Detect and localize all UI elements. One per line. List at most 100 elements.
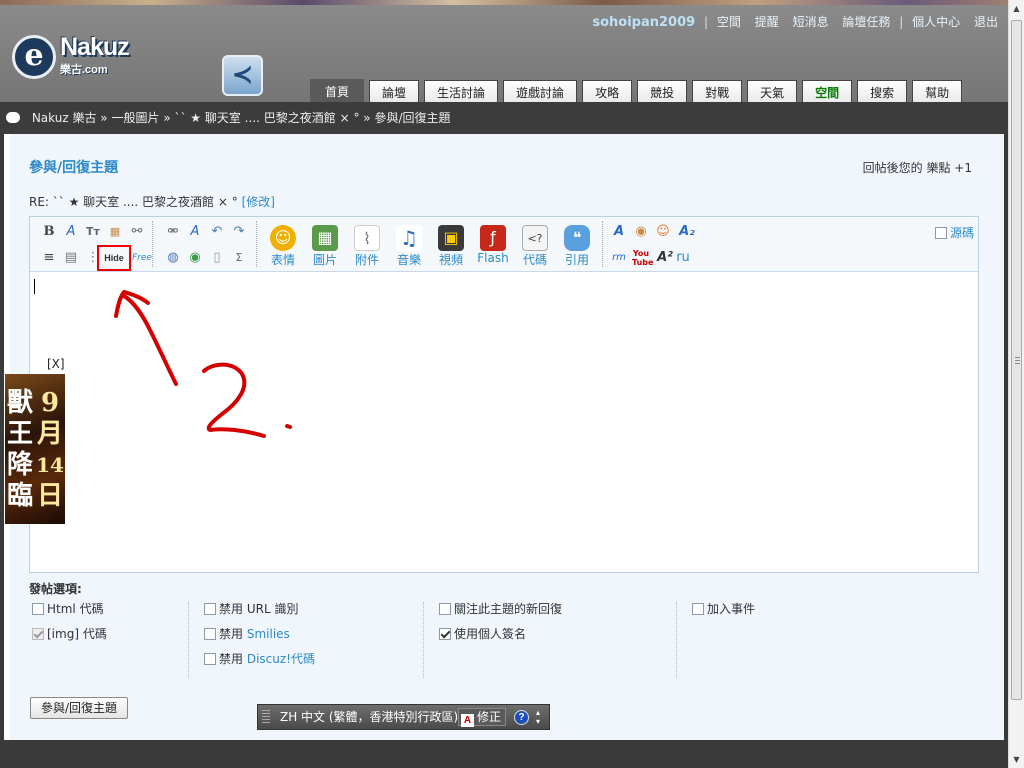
option-label: [img] 代碼 <box>47 627 107 641</box>
video-label: 視頻 <box>438 253 463 267</box>
username-link[interactable]: sohoipan2009 <box>592 15 695 30</box>
undo-icon[interactable]: ↶ <box>208 223 226 241</box>
music-icon: ♫ <box>396 225 422 251</box>
ruby-button[interactable]: ru <box>674 249 692 267</box>
globe-icon[interactable]: ◍ <box>164 249 182 267</box>
remove-format-icon[interactable]: A <box>186 223 204 241</box>
option-img: [img] 代碼 <box>32 625 107 650</box>
media-icon[interactable]: ◉ <box>632 223 650 241</box>
option-disable-discuz[interactable]: 禁用 Discuz!代碼 <box>204 650 315 675</box>
scroll-up-arrow-icon[interactable]: ▲ <box>1012 4 1021 13</box>
page-footer <box>0 740 1008 768</box>
submit-reply-button[interactable]: 參與/回復主題 <box>30 697 129 719</box>
site-logo[interactable]: e Nakuz 樂古.com <box>12 33 148 83</box>
link-messages[interactable]: 短消息 <box>793 15 829 29</box>
reply-form: 參與/回復主題 回帖後您的 樂點 +1 RE: `` ★ 聊天室 .... 巴黎… <box>10 134 1004 740</box>
ime-correction-button[interactable]: A 修正 <box>458 708 507 727</box>
floating-ad-banner[interactable]: 獸王降臨 9 月 14 日 <box>5 374 65 524</box>
link-space[interactable]: 空間 <box>717 15 741 29</box>
face-icon[interactable]: ☺ <box>654 223 672 241</box>
vertical-scrollbar[interactable]: ▲ ▼ <box>1008 0 1024 768</box>
discuz-code-link[interactable]: Discuz!代碼 <box>247 652 315 666</box>
superscript-icon[interactable]: A² <box>656 249 674 267</box>
edit-subject-link[interactable]: [修改] <box>242 195 275 209</box>
option-signature[interactable]: 使用個人簽名 <box>439 625 562 650</box>
scrollbar-thumb[interactable] <box>1011 20 1022 700</box>
code-icon: <? <box>522 225 548 251</box>
breadcrumb-thread[interactable]: `` ★ 聊天室 .... 巴黎之夜酒館 × ° <box>174 111 363 125</box>
color-grid-icon[interactable]: ▦ <box>106 223 124 241</box>
quote-button[interactable]: ❝ 引用 <box>558 225 596 268</box>
link-reminders[interactable]: 提醒 <box>755 15 779 29</box>
options-divider <box>188 602 189 678</box>
breadcrumb-home[interactable]: Nakuz 樂古 <box>32 111 97 125</box>
source-label: 源碼 <box>949 226 974 240</box>
link-icon[interactable]: ⚯ <box>128 223 146 241</box>
option-disable-smilies[interactable]: 禁用 Smilies <box>204 625 315 650</box>
ad-date-part: 14 <box>36 453 64 477</box>
font-style-icon[interactable]: A <box>610 223 628 241</box>
editor-toolbar: B A Tт ▦ ⚯ ⚮ A ↶ ↷ ≡ ▤ ⋮ Hide Free ◍ ◉ ▯… <box>30 217 978 272</box>
options-divider <box>676 602 677 678</box>
subscript-icon[interactable]: A₂ <box>678 223 696 241</box>
unlink-icon[interactable]: ⚮ <box>164 223 182 241</box>
flash-icon: ƒ <box>480 225 506 251</box>
font-size-icon[interactable]: Tт <box>84 223 102 241</box>
ad-close-button[interactable]: [X] <box>47 357 65 371</box>
smilies-link[interactable]: Smilies <box>247 627 290 641</box>
music-button[interactable]: ♫ 音樂 <box>390 225 428 268</box>
font-color-icon[interactable]: A <box>62 223 80 241</box>
watch-thread-checkbox[interactable] <box>439 603 451 615</box>
flash-button[interactable]: ƒ Flash <box>474 225 512 265</box>
align-icon[interactable]: ≡ <box>40 249 58 267</box>
redo-icon[interactable]: ↷ <box>230 223 248 241</box>
help-icon[interactable]: ? <box>514 710 529 725</box>
code-button[interactable]: <? 代碼 <box>516 225 554 268</box>
image-button[interactable]: ▦ 圖片 <box>306 225 344 268</box>
mascot-bird-icon[interactable]: ≺ <box>222 55 263 96</box>
options-arrow-icon[interactable]: ▴ ▾ <box>536 708 540 726</box>
drag-handle-icon[interactable] <box>262 710 270 724</box>
ime-language-bar[interactable]: ZH 中文 (繁體，香港特別行政區) A 修正 ? ▴ ▾ <box>257 704 550 730</box>
attachment-button[interactable]: ⌇ 附件 <box>348 225 386 268</box>
option-add-event[interactable]: 加入事件 <box>692 600 755 625</box>
rm-icon[interactable]: rm <box>610 249 628 267</box>
site-header: e Nakuz 樂古.com ≺ sohoipan2009 | 空間 提醒 短消… <box>0 5 1008 107</box>
bold-icon[interactable]: B <box>40 223 58 241</box>
post-options-title: 發帖選項: <box>29 582 82 596</box>
link-logout[interactable]: 退出 <box>974 15 998 29</box>
page-icon[interactable]: ▯ <box>208 249 226 267</box>
subject-text: RE: `` ★ 聊天室 .... 巴黎之夜酒館 × ° <box>29 195 242 209</box>
disable-discuz-checkbox[interactable] <box>204 653 216 665</box>
disable-smilies-checkbox[interactable] <box>204 628 216 640</box>
music-label: 音樂 <box>396 253 421 267</box>
signature-checkbox[interactable] <box>439 628 451 640</box>
link-forum-tasks[interactable]: 論壇任務 <box>842 15 890 29</box>
add-event-checkbox[interactable] <box>692 603 704 615</box>
source-checkbox[interactable] <box>934 227 947 239</box>
attachment-label: 附件 <box>354 253 379 267</box>
hide-button[interactable]: Hide <box>97 245 131 271</box>
breadcrumb-forum[interactable]: 一般圖片 <box>111 111 159 125</box>
options-column-3: 關注此主題的新回復 使用個人簽名 <box>439 600 562 680</box>
emoticon-button[interactable]: ☺ 表情 <box>264 225 302 268</box>
youtube-icon[interactable]: You Tube <box>632 249 653 267</box>
option-watch-thread[interactable]: 關注此主題的新回復 <box>439 600 562 625</box>
media-play-icon[interactable]: ◉ <box>186 249 204 267</box>
table-icon[interactable]: ▤ <box>62 249 80 267</box>
free-button[interactable]: Free <box>132 249 152 267</box>
option-disable-url[interactable]: 禁用 URL 識別 <box>204 600 315 625</box>
video-button[interactable]: ▣ 視頻 <box>432 225 470 268</box>
option-html[interactable]: Html 代碼 <box>32 600 107 625</box>
sigma-icon[interactable]: Σ <box>230 249 248 267</box>
post-editor: B A Tт ▦ ⚯ ⚮ A ↶ ↷ ≡ ▤ ⋮ Hide Free ◍ ◉ ▯… <box>29 216 979 573</box>
options-column-2: 禁用 URL 識別 禁用 Smilies 禁用 Discuz!代碼 <box>204 600 315 680</box>
html-checkbox[interactable] <box>32 603 44 615</box>
link-personal-center[interactable]: 個人中心 <box>912 15 960 29</box>
separator: | <box>704 15 709 29</box>
source-mode-toggle[interactable]: 源碼 <box>934 224 974 241</box>
message-body-input[interactable] <box>30 273 978 572</box>
ime-language[interactable]: ZH 中文 (繁體，香港特別行政區) <box>280 705 458 729</box>
disable-url-checkbox[interactable] <box>204 603 216 615</box>
scroll-down-arrow-icon[interactable]: ▼ <box>1012 755 1021 764</box>
